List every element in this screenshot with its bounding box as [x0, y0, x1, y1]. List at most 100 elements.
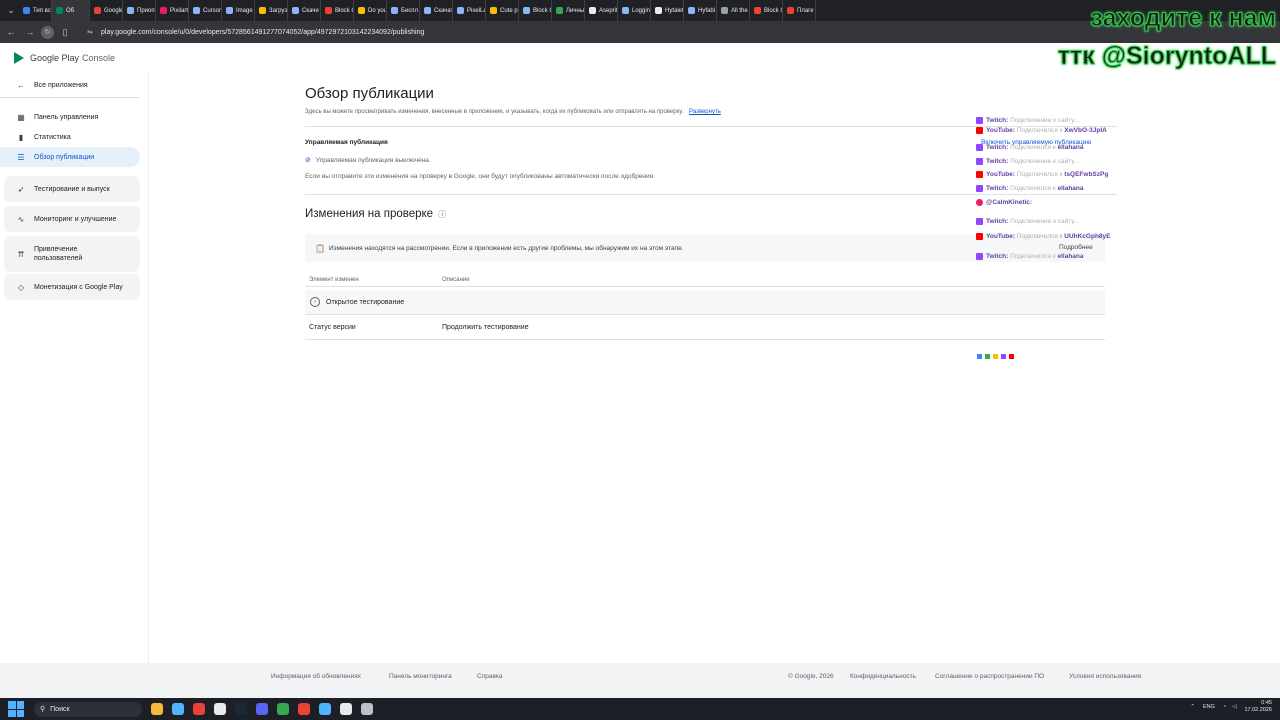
taskbar-app-icon[interactable]: [193, 703, 205, 715]
sidebar-group-label: Мониторинг и улучшение: [34, 215, 117, 223]
browser-tab[interactable]: Cute p: [486, 0, 519, 21]
taskbar-app-icon[interactable]: [256, 703, 268, 715]
details-button[interactable]: Подробнее: [1059, 244, 1093, 251]
tab-label: PixelLa: [467, 7, 486, 14]
browser-tab[interactable]: Hytalet: [651, 0, 684, 21]
footer-link-monitoring[interactable]: Панель мониторинга: [389, 673, 452, 680]
taskbar-app-icon[interactable]: [340, 703, 352, 715]
chat-text: Подключение к сайту...: [1010, 218, 1080, 226]
volume-icon[interactable]: ◁: [1232, 704, 1236, 710]
sidebar-group[interactable]: ➶ Тестирование и выпуск: [4, 176, 140, 202]
sidebar-group[interactable]: ⇈ Привлечение пользователей: [4, 236, 140, 272]
taskbar-app-icon[interactable]: [151, 703, 163, 715]
site-info-icon[interactable]: ⇋: [87, 28, 95, 36]
browser-tab-strip: ⌄ Тип вс Об Google Приоп Pixilart Cursor Image…: [0, 0, 1280, 21]
tab-favicon-icon: [754, 7, 761, 14]
tab-label: Скачат: [434, 7, 453, 14]
taskbar-app-icon[interactable]: [298, 703, 310, 715]
taskbar-app-icon[interactable]: [361, 703, 373, 715]
footer-link-updates[interactable]: Информация об обновлениях: [271, 673, 361, 680]
back-arrow-icon[interactable]: ←: [3, 24, 19, 40]
browser-tab[interactable]: Aseprit: [585, 0, 618, 21]
chat-text: Подключился к: [1016, 171, 1065, 179]
footer-copyright: © Google, 2026: [788, 673, 834, 680]
chat-message: Twitch: Подключился к ellahana: [976, 253, 1116, 261]
browser-tab[interactable]: Block C: [750, 0, 783, 21]
browser-tab[interactable]: Hyfabl: [684, 0, 717, 21]
reload-icon[interactable]: ↻: [41, 25, 54, 39]
taskbar-app-icon[interactable]: [235, 703, 247, 715]
browser-tab[interactable]: PixelLa: [453, 0, 486, 21]
play-console-page: Google Play Console ← Все приложения ▦ Па…: [0, 43, 1280, 694]
browser-tab[interactable]: Приоп: [123, 0, 156, 21]
browser-tab[interactable]: Cursor: [189, 0, 222, 21]
tab-label: Pixilart: [170, 7, 189, 14]
chat-source: YouTube:: [986, 171, 1016, 179]
tab-label: Image: [236, 7, 253, 14]
browser-tab[interactable]: Block C: [519, 0, 552, 21]
sidebar-item[interactable]: ☰ Обзор публикации: [0, 147, 140, 167]
wifi-icon[interactable]: ◔: [1223, 704, 1226, 710]
url-text[interactable]: play.google.com/console/u/0/developers/5…: [101, 29, 424, 36]
tab-label: Личны: [566, 7, 585, 14]
taskbar-app-icon[interactable]: [277, 703, 289, 715]
system-tray: ⌃ ENG ◔ ◁ 0:45 17.02.2026: [1190, 700, 1272, 714]
taskbar-app-icon[interactable]: [214, 703, 226, 715]
help-icon[interactable]: ⓘ: [438, 210, 446, 219]
browser-tab[interactable]: Скачи: [288, 0, 321, 21]
browser-tab[interactable]: Тип вс: [19, 0, 52, 21]
tab-search-icon[interactable]: ⌄: [3, 3, 19, 19]
logo-brand: Google Play: [30, 53, 80, 63]
browser-tab[interactable]: Pixilart: [156, 0, 189, 21]
taskbar-app-icon[interactable]: [319, 703, 331, 715]
forward-arrow-icon[interactable]: →: [22, 24, 38, 40]
dashboard-icon: ▦: [17, 112, 25, 122]
address-bar[interactable]: ⇋ play.google.com/console/u/0/developers…: [87, 28, 424, 37]
all-apps-link[interactable]: ← Все приложения: [0, 77, 140, 93]
bar-chart-icon: ▮: [18, 132, 24, 142]
footer-link-terms[interactable]: Условия использования: [1069, 673, 1141, 680]
taskbar-app-icon[interactable]: [172, 703, 184, 715]
managed-note: Если вы отправите эти изменения на прове…: [305, 173, 655, 180]
sidebar-group[interactable]: ◇ Монетизация с Google Play: [4, 274, 140, 300]
footer-link-privacy[interactable]: Конфиденциальность: [850, 673, 916, 680]
divider: [305, 286, 1105, 287]
browser-tab[interactable]: Скачат: [420, 0, 453, 21]
browser-tab[interactable]: Loggin: [618, 0, 651, 21]
expand-link[interactable]: Развернуть: [689, 109, 721, 115]
chat-platform-icons: [977, 354, 1014, 359]
browser-tab[interactable]: Плаге: [783, 0, 816, 21]
split-view-icon[interactable]: ▯: [57, 24, 73, 40]
taskbar-search-label: Поиск: [50, 705, 70, 713]
browser-tab[interactable]: Загруз: [255, 0, 288, 21]
chat-source: Twitch:: [986, 144, 1009, 152]
google-play-console-logo[interactable]: Google Play Console: [14, 52, 115, 64]
expand-row-icon[interactable]: ›: [310, 297, 320, 307]
sidebar-group[interactable]: ∿ Мониторинг и улучшение: [4, 206, 140, 232]
divider: [305, 339, 1105, 340]
sidebar-item[interactable]: ▦ Панель управления: [0, 107, 140, 127]
tab-favicon-icon: [391, 7, 398, 14]
browser-tab[interactable]: Личны: [552, 0, 585, 21]
tab-favicon-icon: [127, 7, 134, 14]
sidebar-item[interactable]: ▮ Статистика: [0, 127, 140, 147]
browser-tab[interactable]: Image: [222, 0, 255, 21]
language-indicator[interactable]: ENG: [1203, 704, 1215, 710]
clock[interactable]: 0:45 17.02.2026: [1244, 700, 1272, 714]
browser-tab[interactable]: Do you: [354, 0, 387, 21]
browser-tab[interactable]: Google: [90, 0, 123, 21]
browser-tab[interactable]: Об: [52, 0, 90, 21]
browser-tab[interactable]: All the: [717, 0, 750, 21]
footer-link-distribution[interactable]: Соглашение о распространении ПО: [935, 673, 1044, 680]
table-row[interactable]: › Открытое тестирование: [305, 290, 1105, 314]
tab-favicon-icon: [523, 7, 530, 14]
chat-source: YouTube:: [986, 233, 1016, 241]
footer-link-help[interactable]: Справка: [477, 673, 503, 680]
chat-source: Twitch:: [986, 185, 1009, 193]
windows-start-icon[interactable]: [8, 701, 24, 717]
browser-tab[interactable]: Block C: [321, 0, 354, 21]
taskbar-search[interactable]: ⚲ Поиск: [34, 701, 142, 717]
tab-favicon-icon: [490, 7, 497, 14]
browser-tab[interactable]: Беспл: [387, 0, 420, 21]
tray-chevron-icon[interactable]: ⌃: [1190, 704, 1195, 710]
